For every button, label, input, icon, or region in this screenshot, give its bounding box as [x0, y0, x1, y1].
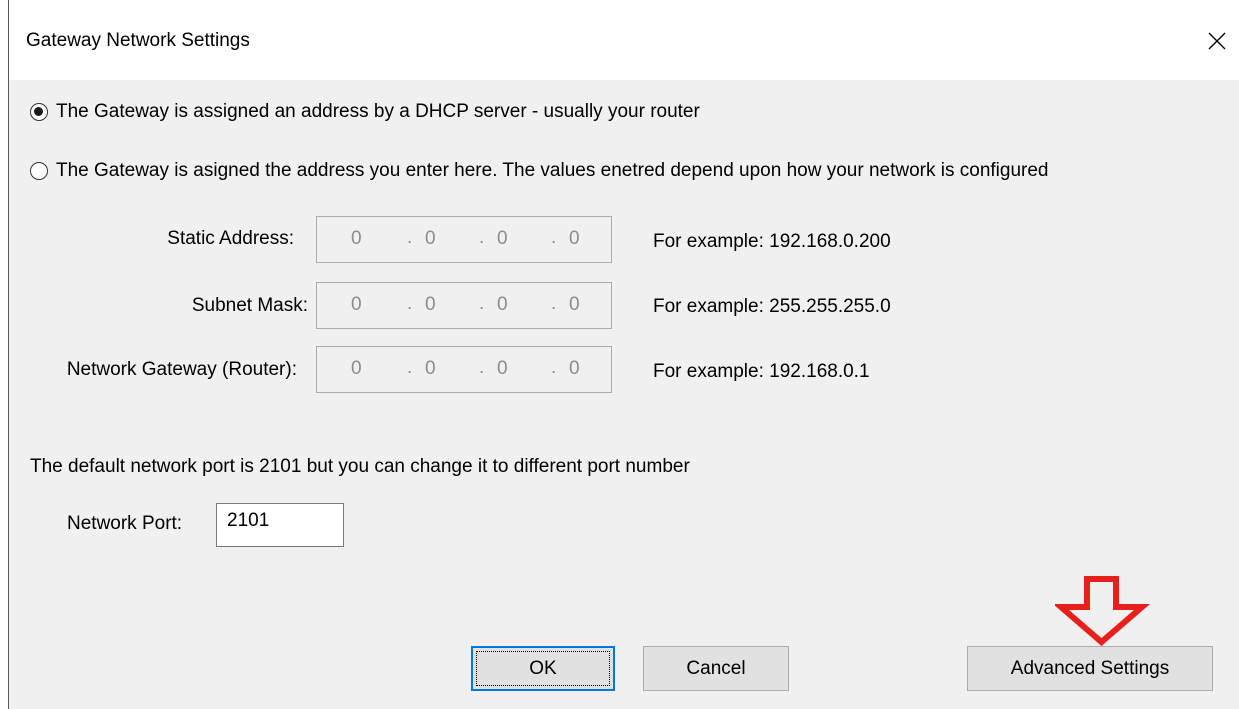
advanced-settings-button[interactable]: Advanced Settings — [967, 646, 1213, 691]
octet-separator: . — [551, 357, 557, 378]
down-arrow-annotation-icon — [1055, 576, 1151, 646]
close-icon — [1208, 32, 1226, 50]
octet-3: 0 — [497, 294, 508, 315]
dhcp-option[interactable]: The Gateway is assigned an address by a … — [30, 101, 700, 123]
port-info-text: The default network port is 2101 but you… — [30, 456, 690, 477]
octet-4: 0 — [569, 358, 580, 379]
static-radio[interactable] — [30, 162, 48, 180]
network-port-input[interactable]: 2101 — [216, 503, 344, 547]
title-bar: Gateway Network Settings — [9, 0, 1239, 80]
ok-button[interactable]: OK — [471, 646, 615, 691]
octet-2: 0 — [425, 358, 436, 379]
subnet-mask-example: For example: 255.255.255.0 — [653, 296, 891, 317]
advanced-settings-button-label: Advanced Settings — [1010, 657, 1170, 679]
octet-4: 0 — [569, 228, 580, 249]
cancel-button[interactable]: Cancel — [643, 646, 789, 691]
network-port-label: Network Port: — [67, 513, 183, 534]
close-button[interactable] — [1194, 18, 1239, 64]
dhcp-radio[interactable] — [30, 103, 48, 121]
octet-1: 0 — [351, 228, 362, 249]
static-address-input[interactable]: 0 . 0 . 0 . 0 — [316, 216, 612, 263]
network-gateway-input[interactable]: 0 . 0 . 0 . 0 — [316, 346, 612, 393]
static-address-example: For example: 192.168.0.200 — [653, 231, 891, 252]
octet-1: 0 — [351, 358, 362, 379]
octet-3: 0 — [497, 358, 508, 379]
octet-separator: . — [407, 357, 413, 378]
static-option[interactable]: The Gateway is asigned the address you e… — [30, 160, 1049, 182]
focus-rectangle — [476, 651, 610, 686]
static-option-label: The Gateway is asigned the address you e… — [56, 160, 1049, 181]
dialog-title: Gateway Network Settings — [26, 30, 250, 51]
network-gateway-label: Network Gateway (Router): — [66, 359, 297, 380]
octet-2: 0 — [425, 294, 436, 315]
network-gateway-example: For example: 192.168.0.1 — [653, 361, 870, 382]
octet-separator: . — [551, 227, 557, 248]
dialog-window: Gateway Network Settings The Gateway is … — [8, 0, 1239, 709]
cancel-button-label: Cancel — [686, 657, 746, 679]
octet-separator: . — [479, 357, 485, 378]
octet-separator: . — [479, 293, 485, 314]
octet-2: 0 — [425, 228, 436, 249]
subnet-mask-input[interactable]: 0 . 0 . 0 . 0 — [316, 282, 612, 329]
octet-1: 0 — [351, 294, 362, 315]
octet-separator: . — [407, 293, 413, 314]
octet-separator: . — [479, 227, 485, 248]
octet-4: 0 — [569, 294, 580, 315]
static-address-label: Static Address: — [167, 228, 294, 249]
subnet-mask-label: Subnet Mask: — [191, 295, 308, 316]
dhcp-option-label: The Gateway is assigned an address by a … — [56, 101, 700, 122]
octet-3: 0 — [497, 228, 508, 249]
octet-separator: . — [407, 227, 413, 248]
octet-separator: . — [551, 293, 557, 314]
